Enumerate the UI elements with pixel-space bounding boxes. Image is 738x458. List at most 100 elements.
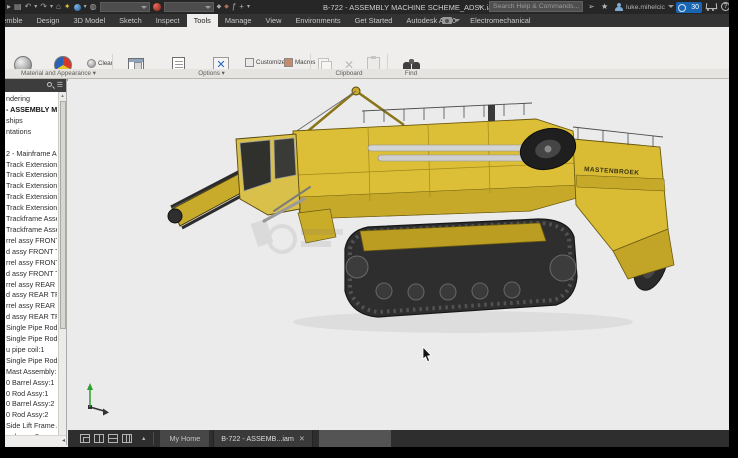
user-avatar-icon[interactable] bbox=[615, 3, 623, 11]
browser-row[interactable]: 2 - Mainframe Ass bbox=[6, 149, 57, 160]
browser-row[interactable]: 0 Rod Assy:2 bbox=[6, 410, 57, 421]
ribbon-tab[interactable]: Electromechanical bbox=[463, 14, 537, 27]
help-icon[interactable]: ? bbox=[721, 2, 729, 11]
window-tile-vertical-icon[interactable] bbox=[94, 434, 104, 443]
ribbon-tab[interactable]: Assemble bbox=[5, 14, 29, 27]
viewport-3d[interactable]: MASTENBROEK bbox=[68, 79, 729, 430]
browser-row[interactable]: rrel assy FRONT TR bbox=[6, 236, 57, 247]
window-columns-icon[interactable] bbox=[122, 434, 132, 443]
qat-customize-icon[interactable]: ▾ bbox=[247, 1, 250, 13]
browser-row[interactable]: Side Lift Frame Ass bbox=[6, 421, 57, 432]
browser-row[interactable]: Single Pipe Rod Ass bbox=[6, 323, 57, 334]
collapse-bar-icon[interactable]: ▲ bbox=[141, 436, 146, 442]
clear-mini-icon[interactable]: ◆ bbox=[224, 1, 229, 13]
macros-icon bbox=[284, 58, 293, 67]
group-label-find: Find bbox=[388, 70, 434, 77]
fx-icon[interactable]: ƒ bbox=[232, 1, 236, 13]
browser-header: ☰ bbox=[5, 79, 66, 92]
adjust-mini-icon[interactable]: ◆ bbox=[217, 1, 222, 13]
browser-row[interactable]: 0 Barrel Assy:1 bbox=[6, 378, 57, 389]
title-overflow-icon[interactable]: ▸ bbox=[479, 3, 482, 10]
search-icon[interactable] bbox=[47, 82, 52, 87]
ribbon-tab[interactable]: 3D Model bbox=[66, 14, 112, 27]
browser-scrollbar[interactable]: ▴ bbox=[58, 92, 66, 435]
browser-row[interactable]: Track Extension Ass bbox=[6, 192, 57, 203]
browser-row[interactable]: d assy REAR TRACK bbox=[6, 290, 57, 301]
cart-icon[interactable] bbox=[706, 3, 716, 11]
appearance-combobox[interactable] bbox=[164, 2, 214, 12]
browser-row[interactable]: Track Extension Ass bbox=[6, 181, 57, 192]
user-dropdown-icon[interactable] bbox=[668, 5, 674, 11]
browser-row[interactable]: Track Extension Ass bbox=[6, 203, 57, 214]
ribbon-tab[interactable]: Environments bbox=[288, 14, 347, 27]
scrollbar-thumb[interactable] bbox=[60, 101, 66, 329]
browser-row[interactable]: 0 Barrel Assy:2 bbox=[6, 399, 57, 410]
browser-row[interactable]: Mast Assembly:1 bbox=[6, 367, 57, 378]
browser-row[interactable]: rrel assy REAR TRA bbox=[6, 280, 57, 291]
ribbon-tab[interactable]: Manage bbox=[218, 14, 259, 27]
appearance-sphere-icon[interactable] bbox=[153, 3, 161, 11]
undo-dropdown-icon[interactable]: ▾ bbox=[34, 1, 37, 13]
favorites-star-icon[interactable]: ★ bbox=[601, 2, 608, 12]
quick-access-toolbar: ▸ ▤ ↶▾ ↷▾ ⌂ ✦ ▾ ◍ ◆ ◆ ƒ + ▾ bbox=[7, 1, 250, 13]
hamburger-menu-icon[interactable]: ☰ bbox=[57, 80, 63, 91]
ribbon-tab[interactable]: Tools bbox=[187, 14, 218, 27]
browser-row[interactable]: d assy REAR TRACK bbox=[6, 312, 57, 323]
app-logo-icon[interactable]: ▸ bbox=[7, 1, 11, 13]
new-icon[interactable]: ✦ bbox=[64, 1, 71, 13]
save-icon[interactable]: ▤ bbox=[14, 1, 22, 13]
browser-row[interactable]: ntations bbox=[6, 127, 57, 138]
browser-row[interactable]: rrel assy REAR TRA bbox=[6, 301, 57, 312]
close-icon[interactable]: ✕ bbox=[299, 430, 305, 447]
search-send-icon[interactable]: ➢ bbox=[588, 2, 595, 12]
group-label-options[interactable]: Options ▾ bbox=[113, 70, 310, 77]
window-cascade-icon[interactable] bbox=[80, 434, 90, 443]
browser-row[interactable]: u pipe coil:1 bbox=[6, 345, 57, 356]
browser-row[interactable]: Track Extension Ass bbox=[6, 170, 57, 181]
ribbon: Material Appearance Clear Adjust Applica… bbox=[5, 27, 729, 69]
browser-row[interactable]: Single Pipe Rod Ass bbox=[6, 334, 57, 345]
browser-row[interactable]: - ASSEMBLY MACH bbox=[6, 105, 57, 116]
tab-my-home[interactable]: My Home bbox=[160, 430, 209, 447]
material-sphere-icon[interactable] bbox=[74, 4, 81, 11]
browser-row[interactable]: ships bbox=[6, 116, 57, 127]
clear-sphere-icon bbox=[87, 59, 96, 68]
search-input[interactable]: Search Help & Commands... bbox=[489, 1, 583, 12]
browser-row[interactable]: Track Extension Gui bbox=[6, 160, 57, 171]
window-tile-horizontal-icon[interactable] bbox=[108, 434, 118, 443]
redo-dropdown-icon[interactable]: ▾ bbox=[50, 1, 53, 13]
ribbon-tab[interactable]: View bbox=[259, 14, 289, 27]
browser-row[interactable]: Trackframe Assemb bbox=[6, 225, 57, 236]
redo-icon[interactable]: ↷ bbox=[40, 1, 47, 13]
material-combobox[interactable] bbox=[100, 2, 150, 12]
ribbon-tab[interactable]: Get Started bbox=[348, 14, 400, 27]
ribbon-display-toggle[interactable] bbox=[442, 16, 460, 25]
tab-document-active[interactable]: B-722 - ASSEMB...iam ✕ bbox=[213, 430, 313, 447]
browser-row[interactable]: 0 Rod Assy:1 bbox=[6, 389, 57, 400]
sphere-dropdown-icon[interactable]: ▾ bbox=[84, 1, 87, 13]
group-label-material[interactable]: Material and Appearance ▾ bbox=[5, 70, 112, 77]
home-icon[interactable]: ⌂ bbox=[56, 1, 61, 13]
browser-row[interactable]: rrel assy FRONT TR bbox=[6, 258, 57, 269]
plus-icon[interactable]: + bbox=[239, 1, 244, 13]
document-tab-label: B-722 - ASSEMB...iam bbox=[221, 430, 294, 447]
browser-horizontal-scrollbar[interactable]: ◂ bbox=[5, 435, 66, 445]
browser-row[interactable]: Single Pipe Rod Ass bbox=[6, 356, 57, 367]
scroll-up-icon[interactable]: ▴ bbox=[59, 92, 66, 100]
browser-row[interactable]: Trackframe Assemb bbox=[6, 214, 57, 225]
clear-button[interactable]: Clear bbox=[87, 59, 113, 68]
ribbon-tab[interactable]: Sketch bbox=[112, 14, 149, 27]
username-label[interactable]: luke.mihelcic bbox=[626, 4, 665, 11]
scroll-corner-icon[interactable]: ◂ bbox=[62, 437, 65, 444]
ribbon-tab[interactable]: Inspect bbox=[149, 14, 187, 27]
browser-row[interactable]: d assy FRONT TRAC bbox=[6, 247, 57, 258]
browser-row[interactable]: ndering bbox=[6, 94, 57, 105]
undo-icon[interactable]: ↶ bbox=[25, 1, 32, 13]
customize-button[interactable]: Customize bbox=[245, 58, 285, 67]
globe-icon[interactable]: ◍ bbox=[90, 1, 97, 13]
trial-days-badge[interactable]: 30 bbox=[676, 2, 702, 13]
browser-row[interactable]: d assy FRONT TRAC bbox=[6, 269, 57, 280]
model-browser-panel: ☰ ndering- ASSEMBLY MACHshipsntations 2 -… bbox=[5, 79, 67, 445]
ribbon-group-labels: Material and Appearance ▾ Options ▾ Clip… bbox=[5, 69, 729, 79]
ribbon-tab[interactable]: Design bbox=[29, 14, 66, 27]
